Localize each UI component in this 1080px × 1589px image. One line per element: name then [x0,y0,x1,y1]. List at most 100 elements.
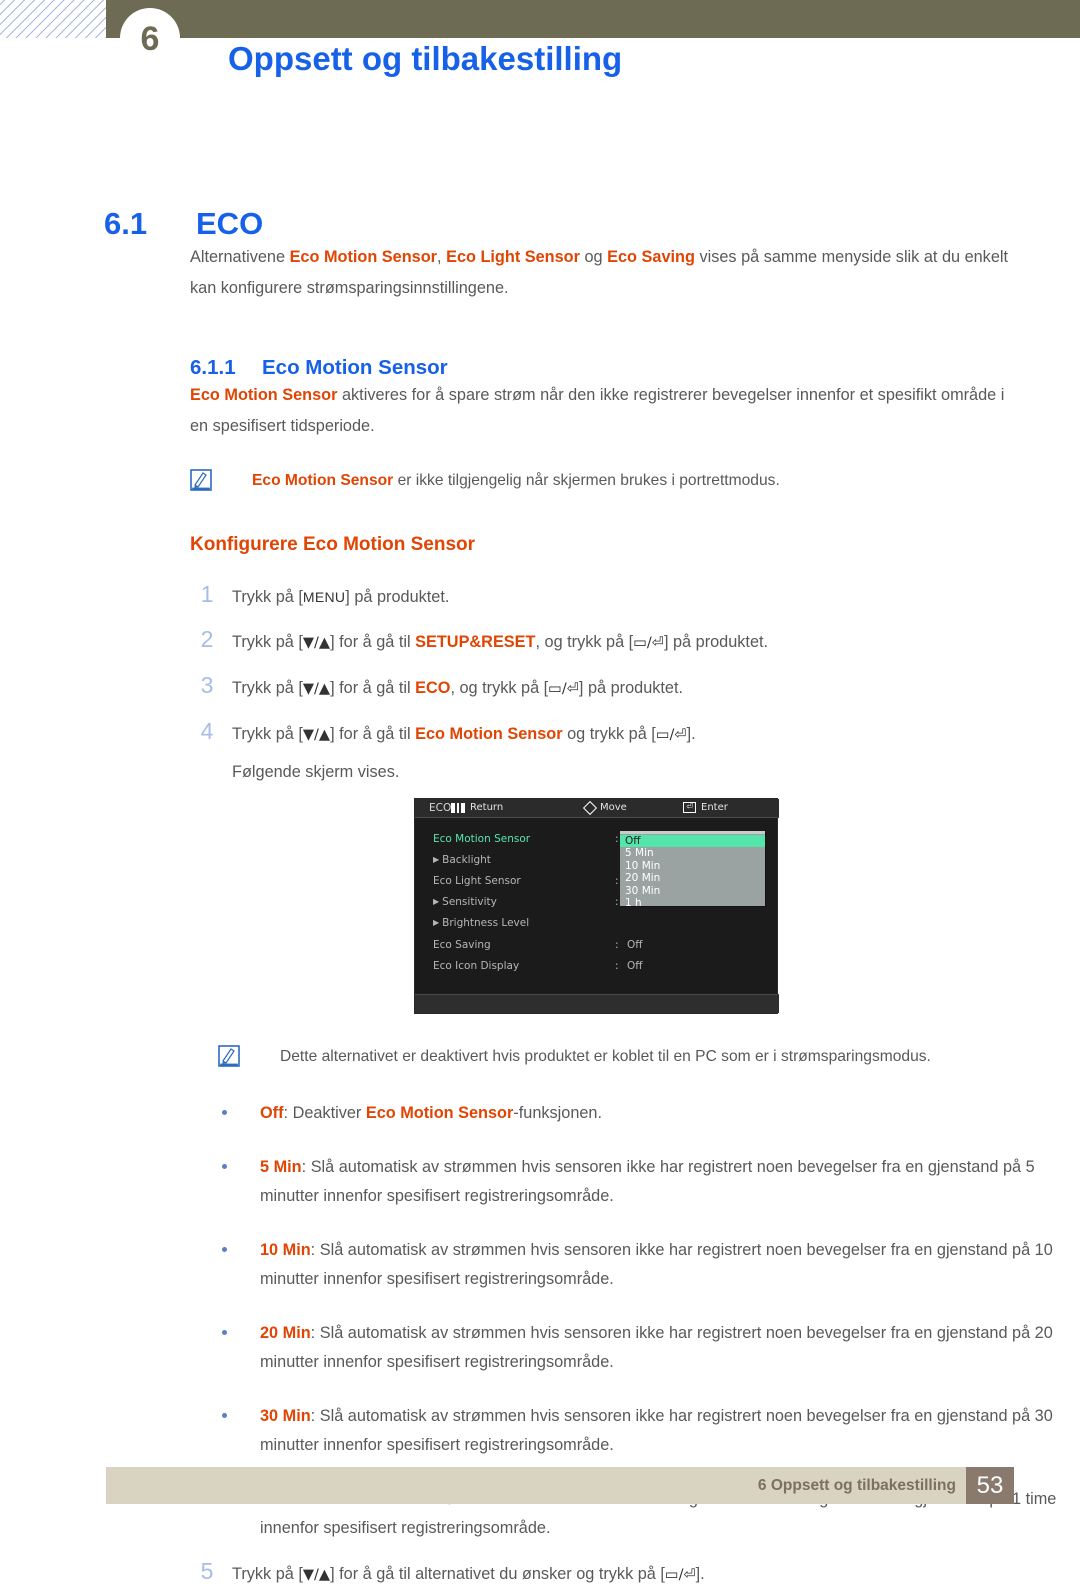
osd-menu-item[interactable]: Eco Light Sensor [433,875,521,887]
osd-dropdown-option[interactable]: 5 Min [625,847,654,859]
osd-menu-item-label: Eco Icon Display [433,960,520,972]
osd-menu-item[interactable]: ▶ Backlight [433,854,491,866]
note-box-2: Dette alternativet er deaktivert hvis pr… [0,1044,1080,1074]
step-fragment: ]. [686,725,696,743]
osd-footer-return-label: Return [470,802,504,813]
bullet-dot-icon [222,1247,227,1252]
hatch-decoration [0,0,106,38]
step-item: 2 Trykk på [▼/▲] for å gå til SETUP&RESE… [0,626,1080,657]
procedure-steps-cont: 5 Trykk på [▼/▲] for å gå til alternativ… [0,1558,1080,1589]
osd-menu-item-label: Eco Light Sensor [433,875,521,887]
step-number: 4 [200,718,214,744]
osd-dropdown-option-selected[interactable]: Off [620,835,765,847]
section-intro-paragraph: Alternativene Eco Motion Sensor, Eco Lig… [190,242,1010,304]
step-fragment: ] på produktet. [663,633,769,651]
osd-menu-item-value[interactable]: Off [627,960,643,972]
step-fragment: Trykk på [ [232,633,303,651]
osd-menu-item[interactable]: Eco Saving [433,939,491,951]
list-item-tail: Slå automatisk av strømmen hvis sensoren… [260,1407,1053,1454]
subsection-heading: 6.1.1 Eco Motion Sensor [0,356,1080,380]
step-fragment: ] for å gå til [330,679,416,697]
osd-menu-title: ECO [429,802,452,814]
list-item: 30 Min: Slå automatisk av strømmen hvis … [0,1402,1080,1460]
list-item-separator: : [301,1158,311,1176]
osd-menu-item[interactable]: Eco Icon Display [433,960,519,972]
step-item: 4 Trykk på [▼/▲] for å gå til Eco Motion… [0,718,1080,786]
osd-menu-item[interactable]: ▶ Sensitivity [433,896,497,908]
osd-dropdown-option[interactable]: 1 h [625,897,642,909]
step-subtext: Følgende skjerm vises. [232,763,400,781]
list-item-tail: Slå automatisk av strømmen hvis sensoren… [260,1324,1053,1371]
step-fragment: Trykk på [ [232,679,303,697]
key-glyph: ▭/⏎ [664,1567,696,1583]
osd-menu-screenshot: ECO Eco Motion Sensor: ▶ Backlight Eco Ligh… [414,798,779,1014]
note-pencil-icon [218,1045,240,1067]
chevron-right-icon: ▶ [433,918,440,927]
osd-footer-move: Move [582,800,627,815]
list-item-keyword: 30 Min [260,1407,311,1425]
list-item-text: 30 Min: Slå automatisk av strømmen hvis … [218,1402,1080,1460]
page-number: 53 [976,1471,1004,1499]
bullet-dot-icon [222,1330,227,1335]
intro-t1: Alternativene [190,248,290,266]
note-2-text: Dette alternativet er deaktivert hvis pr… [280,1048,931,1065]
osd-menu-item-label: Brightness Level [442,917,530,929]
osd-dropdown-option[interactable]: 30 Min [625,885,660,897]
osd-colon: : [615,833,619,845]
chevron-right-icon: ▶ [433,855,440,864]
osd-dropdown-option[interactable]: 20 Min [625,872,660,884]
osd-footer-enter-label: Enter [701,802,728,813]
intro-t2: , [437,248,447,266]
section-heading: 6.1 ECO [0,206,1080,242]
step-item: 1 Trykk på [MENU] på produktet. [0,581,1080,611]
osd-footer-bar [415,994,779,1013]
note-1-keyword: Eco Motion Sensor [252,472,394,489]
step-keyword: SETUP&RESET [415,633,536,651]
list-item-text: 10 Min: Slå automatisk av strømmen hvis … [218,1236,1080,1294]
osd-menu-item-label: Backlight [442,854,491,866]
list-item: 5 Min: Slå automatisk av strømmen hvis s… [0,1153,1080,1211]
subsection-keyword: Eco Motion Sensor [190,386,338,404]
step-fragment: ] for å gå til [330,725,416,743]
bullet-dot-icon [222,1413,227,1418]
step-text: Trykk på [MENU] på produktet. [190,583,1080,611]
intro-keyword-2: Eco Light Sensor [446,248,580,266]
list-item-keyword: 20 Min [260,1324,311,1342]
note-1-tail: er ikke tilgjengelig når skjermen brukes… [393,472,780,489]
list-item-separator: : [310,1241,320,1259]
osd-dropdown-option[interactable]: 10 Min [625,860,660,872]
osd-menu-item[interactable]: ▶ Brightness Level [433,917,529,929]
osd-footer-enter: ⏎ Enter [683,802,728,813]
step-keyword: ECO [415,679,451,697]
list-item-keyword: 5 Min [260,1158,302,1176]
osd-colon: : [615,896,619,908]
return-icon [451,802,465,813]
key-glyph: ▼/▲ [302,727,331,743]
key-glyph: ▭/⏎ [655,727,687,743]
note-1-text: Eco Motion Sensor er ikke tilgjengelig n… [190,468,1080,493]
step-fragment: ]. [695,1565,705,1583]
list-item-text: 20 Min: Slå automatisk av strømmen hvis … [218,1319,1080,1377]
list-item: Off: Deaktiver Eco Motion Sensor-funksjo… [0,1099,1080,1128]
footer-page-box: 53 [966,1467,1014,1504]
bullet-dot-icon [222,1110,227,1115]
step-fragment: , og trykk på [ [450,679,549,697]
list-item-separator: : Deaktiver [283,1104,366,1122]
step-keyword: Eco Motion Sensor [415,725,563,743]
page-header: 6 Oppsett og tilbakestilling [0,0,1080,118]
enter-icon: ⏎ [683,802,696,813]
step-fragment: ] for å gå til alternativet du ønsker og… [330,1565,665,1583]
procedure-heading: Konfigurere Eco Motion Sensor [190,534,476,555]
osd-menu-item[interactable]: Eco Motion Sensor [433,833,530,845]
note-box-1: Eco Motion Sensor er ikke tilgjengelig n… [0,468,1080,498]
step-fragment: ] på produktet. [345,588,450,606]
list-item: 20 Min: Slå automatisk av strømmen hvis … [0,1319,1080,1377]
osd-menu-item-label: Eco Motion Sensor [433,833,531,845]
osd-colon: : [615,960,619,972]
list-item-tail: Slå automatisk av strømmen hvis sensoren… [260,1241,1053,1288]
page-title: Oppsett og tilbakestilling [228,40,623,77]
list-item-keyword: 10 Min [260,1241,311,1259]
header-bar [106,0,1080,38]
osd-menu-item-value[interactable]: Off [627,939,643,951]
step-text: Trykk på [▼/▲] for å gå til alternativet… [190,1560,1080,1589]
